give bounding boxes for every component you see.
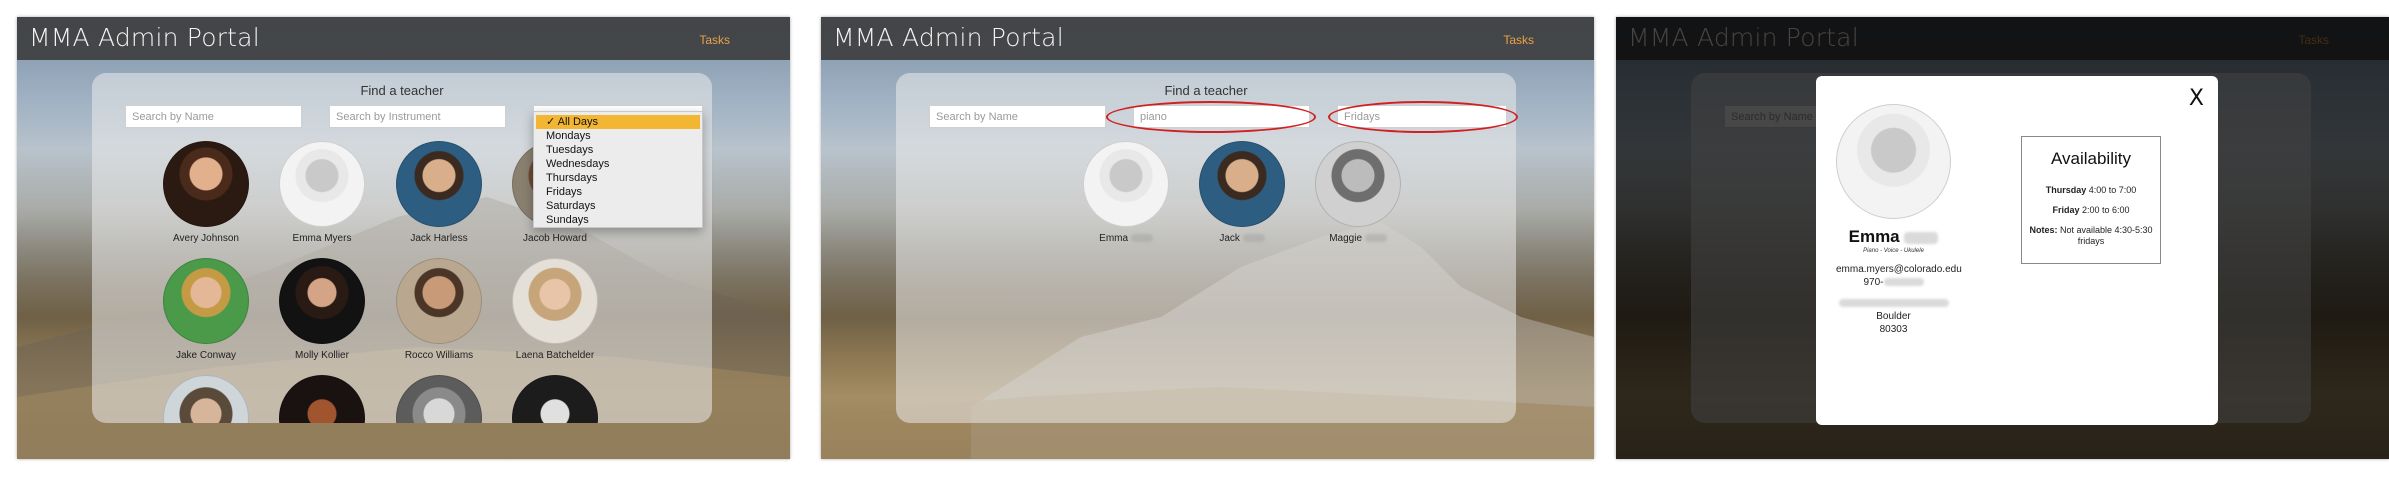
teacher-card[interactable]: Laena Batchelder [495, 258, 615, 361]
avatar [163, 258, 249, 344]
redacted-surname [1242, 234, 1265, 243]
teacher-phone: 970- [1836, 277, 1951, 288]
search-by-name-input[interactable]: Search by Name [929, 105, 1106, 128]
teacher-detail-modal: X Emma Piano - Voice - Ukulele emma.myer… [1816, 76, 2218, 425]
search-by-instrument-input[interactable]: Search by Instrument [329, 105, 506, 128]
app-title: MMA Admin Portal [29, 23, 260, 52]
search-by-name-input[interactable]: Search by Name [125, 105, 302, 128]
avatar [396, 141, 482, 227]
teacher-name: Jack Harless [410, 233, 468, 244]
teacher-card[interactable]: Jack Harless [379, 141, 499, 244]
teacher-name: Molly Kollier [295, 350, 349, 361]
day-option-fridays[interactable]: Fridays [534, 185, 702, 199]
tasks-link[interactable]: Tasks [699, 33, 730, 47]
teacher-card[interactable]: Avery Johnson [146, 141, 266, 244]
top-header: MMA Admin Portal Tasks [17, 17, 790, 60]
avatar [279, 375, 365, 423]
teacher-name: Laena Batchelder [515, 350, 595, 361]
teacher-card[interactable]: Rocco Williams [379, 258, 499, 361]
teacher-name: Emma Myers [292, 233, 352, 244]
day-option-saturdays[interactable]: Saturdays [534, 199, 702, 213]
teacher-card[interactable]: Jake Conway [146, 258, 266, 361]
screen-teacher-list-dropdown: MMA Admin Portal Tasks Find a teacher Se… [17, 17, 790, 459]
teacher-name: Maggie [1298, 233, 1418, 244]
avatar [163, 141, 249, 227]
redacted-surname [1904, 231, 1939, 244]
avatar [1315, 141, 1401, 227]
teacher-card[interactable] [379, 375, 499, 423]
teacher-zip: 80303 [1879, 324, 1908, 335]
teacher-name: Jack [1182, 233, 1302, 244]
annotation-oval-instrument [1106, 101, 1316, 133]
app-title: MMA Admin Portal [833, 23, 1064, 52]
avatar [279, 141, 365, 227]
close-icon[interactable]: X [2189, 86, 2204, 111]
teacher-card[interactable] [146, 375, 266, 423]
day-option-tuesdays[interactable]: Tuesdays [534, 143, 702, 157]
teacher-address-line [1836, 298, 1951, 309]
teacher-name: Jacob Howard [523, 233, 587, 244]
avatar [163, 375, 249, 423]
avatar [396, 258, 482, 344]
avatar [1199, 141, 1285, 227]
availability-notes: Notes: Not available 4:30-5:30 fridays [2029, 225, 2153, 246]
screen-teacher-detail-modal: MMA Admin Portal Tasks Find a teacher Se… [1616, 17, 2389, 459]
teacher-card[interactable] [262, 375, 382, 423]
day-option-sundays[interactable]: Sundays [534, 213, 702, 227]
avatar [512, 375, 598, 423]
day-option-mondays[interactable]: Mondays [534, 129, 702, 143]
availability-box: Availability Thursday 4:00 to 7:00 Frida… [2021, 136, 2161, 264]
availability-row: Friday 2:00 to 6:00 [2052, 205, 2130, 215]
availability-title: Availability [2050, 149, 2131, 168]
teacher-card[interactable]: Emma [1066, 141, 1186, 244]
teacher-card[interactable]: Maggie [1298, 141, 1418, 244]
avatar [396, 375, 482, 423]
day-option-wednesdays[interactable]: Wednesdays [534, 157, 702, 171]
annotation-oval-day [1328, 101, 1518, 133]
screen-filtered-results: MMA Admin Portal Tasks Find a teacher Se… [821, 17, 1594, 459]
tasks-link[interactable]: Tasks [1503, 33, 1534, 47]
availability-row: Thursday 4:00 to 7:00 [2045, 185, 2137, 195]
day-option-thursdays[interactable]: Thursdays [534, 171, 702, 185]
teacher-card[interactable]: Molly Kollier [262, 258, 382, 361]
day-dropdown-menu: ✓ All Days Mondays Tuesdays Wednesdays T… [533, 111, 703, 228]
teacher-finder-panel: Find a teacher Search by Name piano Frid… [896, 73, 1518, 423]
selected-check: ✓ [546, 116, 556, 128]
teacher-city: Boulder [1876, 311, 1911, 322]
teacher-card[interactable] [495, 375, 615, 423]
teacher-finder-panel: Find a teacher Search by Name Search by … [92, 73, 712, 423]
avatar [512, 258, 598, 344]
teacher-email[interactable]: emma.myers@colorado.edu [1836, 264, 1962, 275]
teacher-name: Avery Johnson [173, 233, 239, 244]
find-teacher-heading: Find a teacher [1164, 83, 1248, 98]
teacher-card[interactable]: Jack [1182, 141, 1302, 244]
top-header: MMA Admin Portal Tasks [821, 17, 1594, 60]
find-teacher-heading: Find a teacher [360, 83, 444, 98]
avatar [1836, 104, 1951, 219]
avatar [279, 258, 365, 344]
teacher-name: Rocco Williams [404, 350, 474, 361]
teacher-card[interactable]: Emma Myers [262, 141, 382, 244]
day-option-all-days[interactable]: ✓ All Days [536, 115, 700, 129]
teacher-instruments: Piano - Voice - Ukulele [1863, 248, 1924, 254]
teacher-name: Jake Conway [175, 350, 237, 361]
teacher-name: Emma [1066, 233, 1186, 244]
redacted-surname [1364, 234, 1387, 243]
redacted-phone [1883, 278, 1924, 287]
avatar [1083, 141, 1169, 227]
redacted-street [1838, 299, 1949, 308]
teacher-profile: Emma Piano - Voice - Ukulele emma.myers@… [1836, 104, 1962, 335]
redacted-surname [1130, 234, 1153, 243]
teacher-full-name: Emma [1836, 227, 1951, 247]
